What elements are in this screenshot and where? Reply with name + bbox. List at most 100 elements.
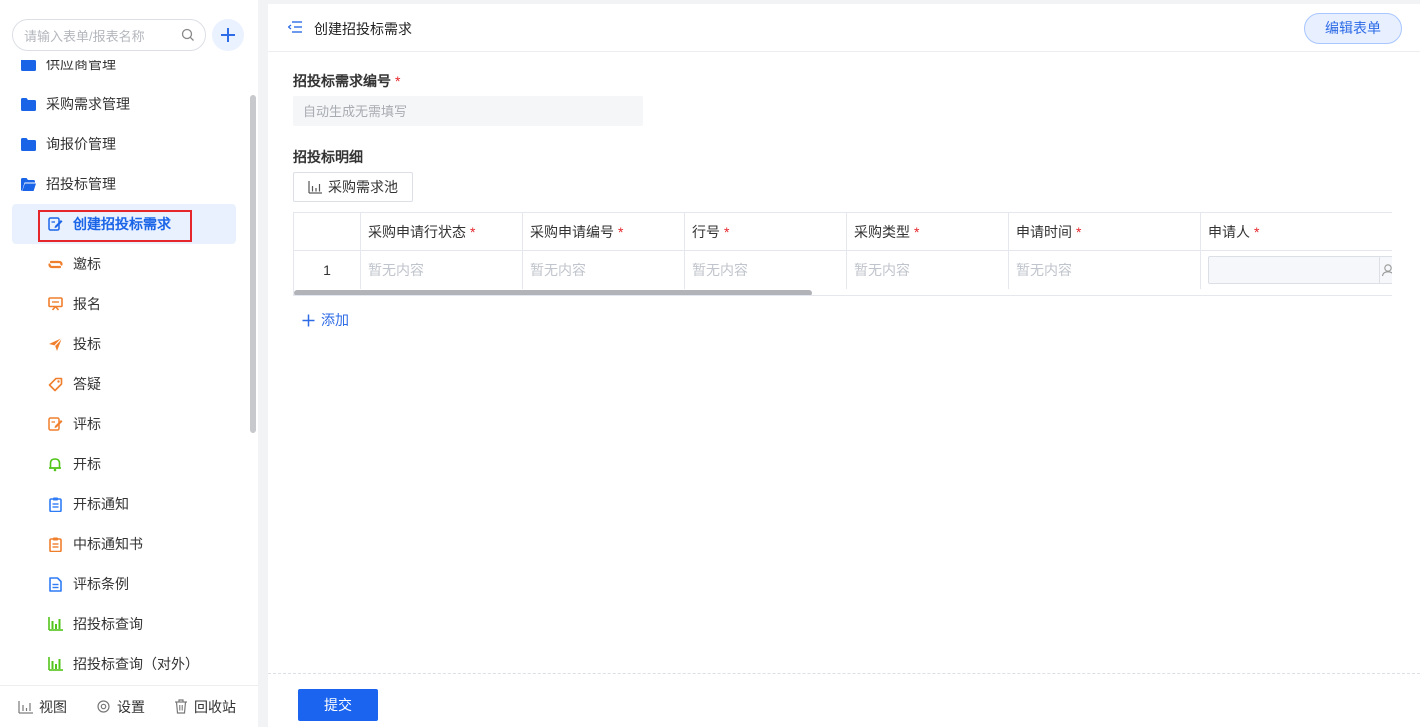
purchase-pool-label: 采购需求池 (328, 179, 398, 195)
form-edit-icon (47, 216, 63, 232)
column-header: 采购类型 * (847, 213, 1009, 250)
recycle-bin-button[interactable]: 回收站 (174, 697, 236, 717)
nav-item-label: 开标 (73, 456, 101, 472)
add-row-button[interactable]: 添加 (302, 310, 349, 330)
clipboard-icon (47, 536, 63, 552)
nav-item-award-notice[interactable]: 中标通知书 (12, 524, 236, 564)
required-mark: * (395, 73, 401, 89)
folder-icon (20, 60, 36, 72)
nav-group-inquiry[interactable]: 询报价管理 (0, 124, 246, 164)
purchase-pool-button[interactable]: 采购需求池 (293, 172, 413, 202)
nav-item-label: 评标条例 (73, 576, 129, 592)
folder-icon (20, 96, 36, 112)
presentation-icon (47, 296, 63, 312)
column-header: 申请人 * (1201, 213, 1392, 250)
column-header: 采购申请编号 * (523, 213, 685, 250)
nav-item-label: 答疑 (73, 376, 101, 392)
page-title: 创建招投标需求 (314, 21, 412, 37)
menu-fold-icon[interactable] (288, 20, 302, 34)
nav-item-invite-bid[interactable]: 邀标 (12, 244, 236, 284)
nav-item-register[interactable]: 报名 (12, 284, 236, 324)
column-header-text: 申请人 (1208, 223, 1250, 240)
required-mark: * (1254, 223, 1260, 240)
plus-icon (221, 28, 235, 42)
sidebar-scrollbar[interactable] (250, 60, 256, 685)
nav-list: 供应商管理 采购需求管理 询报价管理 招投标管理 创建招投标需求 邀标 报名 投… (0, 60, 246, 684)
bottom-bar: 提交 (268, 673, 1420, 727)
trash-icon (175, 699, 187, 714)
edit-form-button[interactable]: 编辑表单 (1304, 13, 1402, 44)
applicant-picker[interactable] (1208, 256, 1392, 284)
folder-open-icon (20, 176, 36, 192)
detail-section-label: 招投标明细 (293, 149, 363, 165)
nav-item-label: 创建招投标需求 (73, 216, 171, 232)
view-button[interactable]: 视图 (18, 697, 67, 717)
sidebar-footer: 视图 设置 回收站 (0, 685, 258, 727)
settings-button[interactable]: 设置 (96, 697, 145, 717)
column-header: 申请时间 * (1009, 213, 1201, 250)
submit-button[interactable]: 提交 (298, 689, 378, 721)
bar-chart-icon (18, 700, 33, 714)
nav-item-bidding-query-external[interactable]: 招投标查询（对外） (12, 644, 236, 684)
bar-chart-icon (308, 180, 322, 194)
main-panel: 创建招投标需求 编辑表单 招投标需求编号* 招投标明细 采购需求池 采购申请行状… (268, 4, 1420, 727)
index-header (294, 213, 361, 250)
table-row: 1 暂无内容 暂无内容 暂无内容 暂无内容 暂无内容 (294, 250, 1392, 289)
search-input[interactable] (24, 27, 174, 45)
table-cell[interactable]: 暂无内容 (685, 251, 847, 289)
sidebar-scrollbar-thumb[interactable] (250, 95, 256, 433)
document-icon (47, 576, 63, 592)
clipboard-icon (47, 496, 63, 512)
add-form-button[interactable] (212, 19, 244, 51)
view-label: 视图 (39, 698, 67, 715)
link-icon (47, 256, 63, 272)
nav-item-label: 报名 (73, 296, 101, 312)
tag-icon (47, 376, 63, 392)
nav-item-qa[interactable]: 答疑 (12, 364, 236, 404)
table-cell[interactable]: 暂无内容 (1009, 251, 1201, 289)
table-cell[interactable]: 暂无内容 (361, 251, 523, 289)
nav-group-supplier[interactable]: 供应商管理 (0, 60, 246, 84)
nav-group-purchase-demand[interactable]: 采购需求管理 (0, 84, 246, 124)
nav-item-submit-bid[interactable]: 投标 (12, 324, 236, 364)
search-icon[interactable] (181, 28, 195, 42)
user-icon[interactable] (1379, 257, 1392, 283)
table-horizontal-scrollbar[interactable] (294, 290, 812, 295)
form-edit-icon (47, 416, 63, 432)
nav-item-label: 中标通知书 (73, 536, 143, 552)
bidding-code-input[interactable] (293, 96, 643, 126)
required-mark: * (470, 223, 476, 240)
required-mark: * (914, 223, 920, 240)
column-header-text: 申请时间 (1016, 223, 1072, 240)
table-cell[interactable]: 暂无内容 (523, 251, 685, 289)
search-box[interactable] (12, 19, 206, 51)
nav-group-label: 招投标管理 (46, 176, 116, 192)
column-header: 采购申请行状态 * (361, 213, 523, 250)
search-row (12, 19, 248, 51)
nav-item-open-bid-notice[interactable]: 开标通知 (12, 484, 236, 524)
nav-item-create-bidding-demand[interactable]: 创建招投标需求 (12, 204, 236, 244)
nav-item-bidding-query[interactable]: 招投标查询 (12, 604, 236, 644)
code-label-text: 招投标需求编号 (293, 73, 391, 89)
nav-item-evaluate[interactable]: 评标 (12, 404, 236, 444)
nav-item-label: 招投标查询（对外） (73, 656, 199, 672)
plus-icon (302, 314, 315, 326)
column-header: 行号 * (685, 213, 847, 250)
code-field-label: 招投标需求编号 * (293, 71, 400, 91)
required-mark: * (1076, 223, 1082, 240)
nav-group-bidding[interactable]: 招投标管理 (0, 164, 246, 204)
detail-table: 采购申请行状态 * 采购申请编号 * 行号 * 采购类型 * 申请时间 * 申请人 * 1 … (293, 212, 1392, 296)
nav-item-label: 评标 (73, 416, 101, 432)
gear-icon (97, 700, 110, 713)
nav-group-label: 采购需求管理 (46, 96, 130, 112)
paper-plane-icon (47, 336, 63, 352)
column-header-text: 采购申请编号 (530, 223, 614, 240)
nav-item-open-bid[interactable]: 开标 (12, 444, 236, 484)
nav-item-label: 招投标查询 (73, 616, 143, 632)
settings-label: 设置 (117, 698, 145, 715)
table-cell[interactable]: 暂无内容 (847, 251, 1009, 289)
column-header-text: 行号 (692, 223, 720, 240)
nav-item-evaluation-rules[interactable]: 评标条例 (12, 564, 236, 604)
nav-item-label: 投标 (73, 336, 101, 352)
column-header-text: 采购申请行状态 (368, 223, 466, 240)
